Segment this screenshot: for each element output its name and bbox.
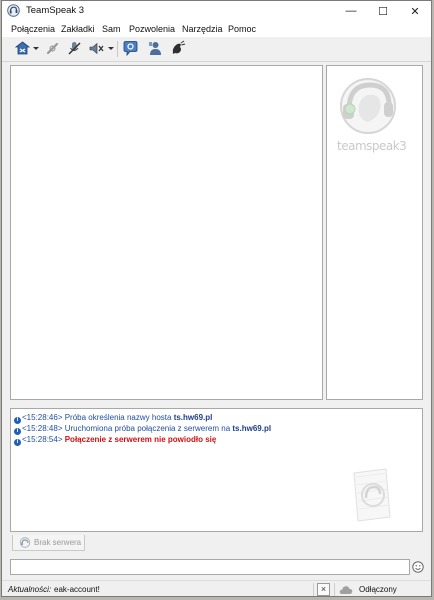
log-entry: i <15:28:48> Uruchomiona próba połączenia… bbox=[14, 423, 419, 435]
status-separator bbox=[334, 583, 335, 596]
toolbar-separator bbox=[117, 41, 118, 57]
menu-bar: Połączenia Zakładki Sam Pozwolenia Narzę… bbox=[2, 21, 431, 37]
info-icon: i bbox=[14, 439, 21, 446]
server-tab-label: Brak serwera bbox=[34, 538, 82, 547]
info-pane: teamspeak3 bbox=[326, 65, 423, 400]
connect-dropdown-arrow[interactable] bbox=[33, 47, 39, 50]
server-tab[interactable]: Brak serwera bbox=[12, 535, 85, 551]
away-status-icon[interactable] bbox=[122, 40, 139, 57]
log-entry: i <15:28:54> Połączenie z serwerem nie po… bbox=[14, 434, 419, 446]
whisper-icon[interactable] bbox=[169, 40, 186, 57]
log-entry: i <15:28:46> Próba określenia nazwy hosta… bbox=[14, 412, 419, 424]
status-bar: Aktualności: eak-account! × Odłączony bbox=[2, 580, 431, 596]
emoji-icon[interactable] bbox=[412, 561, 424, 573]
log-message: Uruchomiona próba połączenia z serwerem … bbox=[64, 424, 231, 433]
speakers-dropdown-arrow[interactable] bbox=[108, 47, 114, 50]
minimize-button[interactable]: — bbox=[335, 1, 367, 21]
teamspeak-watermark-icon bbox=[353, 468, 391, 522]
log-time: <15:28:48> bbox=[22, 424, 63, 433]
close-news-button[interactable]: × bbox=[317, 583, 330, 596]
close-button[interactable]: ✕ bbox=[399, 1, 431, 21]
log-host-link[interactable]: ts.hw69.pl bbox=[232, 424, 271, 433]
close-icon: ✕ bbox=[410, 5, 420, 18]
connect-icon[interactable] bbox=[14, 40, 31, 57]
teamspeak-logo-icon bbox=[7, 4, 20, 17]
channel-tree-pane[interactable] bbox=[10, 65, 323, 400]
disconnect-icon[interactable] bbox=[44, 40, 61, 57]
maximize-icon: ☐ bbox=[378, 5, 388, 18]
server-tab-icon bbox=[19, 537, 31, 548]
menu-bookmarks[interactable]: Zakładki bbox=[61, 24, 95, 34]
news-ticker[interactable]: eak-account! bbox=[54, 585, 100, 594]
log-list: i <15:28:46> Próba określenia nazwy hosta… bbox=[14, 412, 419, 446]
cloud-icon bbox=[339, 586, 353, 594]
minimize-icon: — bbox=[345, 5, 357, 17]
mute-microphone-icon[interactable] bbox=[66, 40, 83, 57]
window-title: TeamSpeak 3 bbox=[26, 5, 85, 16]
teamspeak-logo: teamspeak3 bbox=[333, 72, 407, 162]
news-label: Aktualności: bbox=[8, 585, 52, 594]
log-time: <15:28:46> bbox=[22, 413, 63, 422]
status-separator bbox=[313, 583, 314, 596]
contacts-icon[interactable] bbox=[147, 40, 164, 57]
chat-input[interactable] bbox=[10, 559, 410, 575]
teamspeak-headset-icon bbox=[340, 78, 396, 134]
maximize-button[interactable]: ☐ bbox=[367, 1, 399, 21]
menu-tools[interactable]: Narzędzia bbox=[182, 24, 223, 34]
menu-self[interactable]: Sam bbox=[102, 24, 121, 34]
menu-help[interactable]: Pomoc bbox=[228, 24, 256, 34]
log-time: <15:28:54> bbox=[22, 435, 63, 444]
mute-speakers-icon[interactable] bbox=[88, 40, 105, 57]
log-message: Próba określenia nazwy hosta bbox=[64, 413, 172, 422]
log-host-link[interactable]: ts.hw69.pl bbox=[174, 413, 213, 422]
log-error-message: Połączenie z serwerem nie powiodło się bbox=[64, 435, 217, 444]
menu-permissions[interactable]: Pozwolenia bbox=[129, 24, 175, 34]
menu-connections[interactable]: Połączenia bbox=[11, 24, 55, 34]
toolbar bbox=[2, 37, 431, 62]
title-bar: TeamSpeak 3 — ☐ ✕ bbox=[2, 1, 431, 21]
teamspeak-logo-text: teamspeak3 bbox=[337, 139, 407, 153]
connection-status: Odłączony bbox=[359, 585, 397, 594]
chat-log-pane[interactable]: i <15:28:46> Próba określenia nazwy hosta… bbox=[10, 408, 423, 532]
close-news-icon: × bbox=[320, 584, 327, 594]
app-window: TeamSpeak 3 — ☐ ✕ Połączenia Zakładki Sa… bbox=[1, 0, 432, 597]
